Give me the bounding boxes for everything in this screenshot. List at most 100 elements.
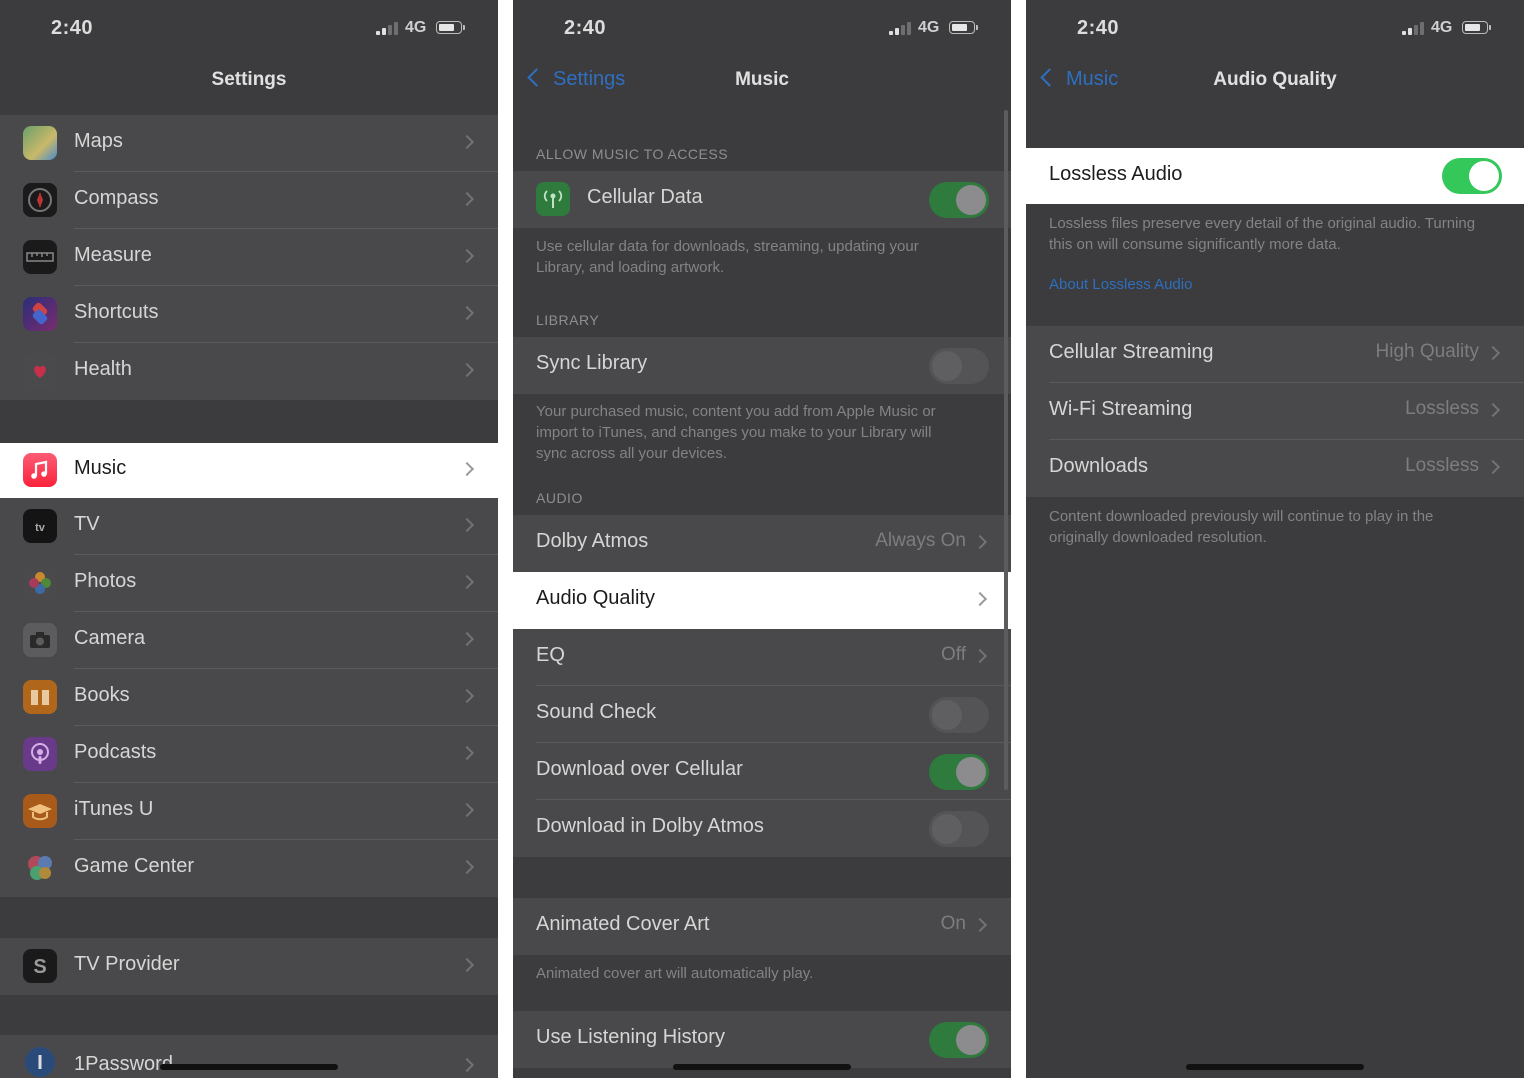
chevron-right-icon bbox=[459, 191, 475, 207]
battery-icon bbox=[1462, 21, 1491, 34]
dolby-atmos-row[interactable]: Dolby Atmos Always On bbox=[513, 515, 1011, 572]
health-icon bbox=[23, 354, 57, 388]
settings-item-tv-provider[interactable]: S TV Provider bbox=[0, 938, 498, 995]
lossless-footer: Lossless files preserve every detail of … bbox=[1049, 215, 1476, 253]
music-icon bbox=[23, 453, 57, 487]
eq-row[interactable]: EQ Off bbox=[513, 629, 1011, 686]
chevron-right-icon bbox=[972, 648, 988, 664]
settings-item-label: TV bbox=[74, 513, 100, 535]
tv-provider-icon: S bbox=[23, 949, 57, 983]
audio-quality-row[interactable]: Audio Quality bbox=[513, 572, 1011, 629]
about-lossless-link[interactable]: About Lossless Audio bbox=[1049, 276, 1192, 293]
tv-icon: tv bbox=[23, 509, 57, 543]
wifi-streaming-row[interactable]: Wi-Fi Streaming Lossless bbox=[1026, 383, 1524, 440]
settings-item-tv[interactable]: tv TV bbox=[0, 498, 498, 555]
signal-icon bbox=[1402, 22, 1424, 35]
settings-item-shortcuts[interactable]: Shortcuts bbox=[0, 286, 498, 343]
nav-bar: Music Audio Quality bbox=[1026, 56, 1524, 106]
eq-value: Off bbox=[941, 644, 966, 665]
home-indicator[interactable] bbox=[1186, 1064, 1364, 1070]
battery-icon bbox=[949, 21, 978, 34]
settings-item-measure[interactable]: Measure bbox=[0, 229, 498, 286]
section-header-audio: AUDIO bbox=[536, 490, 583, 506]
animated-cover-art-row[interactable]: Animated Cover Art On bbox=[513, 898, 1011, 955]
settings-item-music[interactable]: Music bbox=[0, 443, 498, 498]
sound-check-label: Sound Check bbox=[536, 701, 657, 723]
chevron-right-icon bbox=[459, 859, 475, 875]
chevron-right-icon bbox=[459, 517, 475, 533]
dolby-atmos-value: Always On bbox=[875, 530, 966, 551]
sync-library-toggle[interactable] bbox=[929, 348, 989, 384]
chevron-right-icon bbox=[459, 134, 475, 150]
lossless-audio-toggle[interactable] bbox=[1442, 158, 1502, 194]
chevron-right-icon bbox=[459, 305, 475, 321]
settings-group-provider: S TV Provider bbox=[0, 938, 498, 995]
listening-history-toggle[interactable] bbox=[929, 1022, 989, 1058]
page-title: Music bbox=[735, 69, 789, 90]
settings-item-label: Measure bbox=[74, 244, 152, 266]
section-header-access: ALLOW MUSIC TO ACCESS bbox=[536, 146, 729, 162]
download-cellular-row: Download over Cellular bbox=[513, 743, 1011, 800]
chevron-right-icon bbox=[459, 248, 475, 264]
cellular-streaming-row[interactable]: Cellular Streaming High Quality bbox=[1026, 326, 1524, 383]
settings-screen: 2:40 4G Settings Maps Compass Measure Sh… bbox=[0, 0, 498, 1078]
settings-item-photos[interactable]: Photos bbox=[0, 555, 498, 612]
settings-item-books[interactable]: Books bbox=[0, 669, 498, 726]
chevron-right-icon bbox=[459, 362, 475, 378]
lossless-audio-row: Lossless Audio bbox=[1026, 148, 1524, 204]
settings-item-label: Maps bbox=[74, 130, 123, 152]
settings-item-label: 1Password bbox=[74, 1053, 173, 1075]
settings-item-camera[interactable]: Camera bbox=[0, 612, 498, 669]
settings-item-label: iTunes U bbox=[74, 798, 154, 820]
signal-icon bbox=[376, 22, 398, 35]
group-library: Sync Library bbox=[513, 337, 1011, 394]
sync-library-row: Sync Library bbox=[513, 337, 1011, 394]
measure-icon bbox=[23, 240, 57, 274]
books-icon bbox=[23, 680, 57, 714]
download-dolby-row: Download in Dolby Atmos bbox=[513, 800, 1011, 857]
settings-item-health[interactable]: Health bbox=[0, 343, 498, 400]
library-footer: Your purchased music, content you add fr… bbox=[536, 403, 936, 462]
audio-quality-screen: 2:40 4G Music Audio Quality Lossless Aud… bbox=[1026, 0, 1524, 1078]
downloads-row[interactable]: Downloads Lossless bbox=[1026, 440, 1524, 497]
group-access: Cellular Data bbox=[513, 171, 1011, 228]
cellular-streaming-label: Cellular Streaming bbox=[1049, 341, 1214, 363]
home-indicator[interactable] bbox=[673, 1064, 851, 1070]
animated-art-footer: Animated cover art will automatically pl… bbox=[536, 965, 814, 982]
status-bar: 2:40 4G bbox=[513, 0, 1011, 56]
sound-check-toggle[interactable] bbox=[929, 697, 989, 733]
settings-item-label: Compass bbox=[74, 187, 159, 209]
scrollbar[interactable] bbox=[1004, 110, 1008, 790]
download-cellular-toggle[interactable] bbox=[929, 754, 989, 790]
settings-item-label: Books bbox=[74, 684, 130, 706]
battery-icon bbox=[436, 21, 465, 34]
nav-bar: Settings bbox=[0, 56, 498, 106]
settings-item-label: Music bbox=[74, 457, 127, 479]
chevron-right-icon bbox=[459, 957, 475, 973]
settings-item-label: TV Provider bbox=[74, 953, 180, 975]
download-dolby-toggle[interactable] bbox=[929, 811, 989, 847]
downloads-value: Lossless bbox=[1405, 455, 1479, 476]
settings-item-compass[interactable]: Compass bbox=[0, 172, 498, 229]
settings-item-1password[interactable]: 1Password bbox=[0, 1035, 498, 1078]
home-indicator[interactable] bbox=[160, 1064, 338, 1070]
antenna-icon bbox=[536, 182, 570, 216]
eq-label: EQ bbox=[536, 644, 565, 666]
dolby-atmos-label: Dolby Atmos bbox=[536, 530, 649, 552]
status-time: 2:40 bbox=[1077, 17, 1120, 39]
cellular-data-toggle[interactable] bbox=[929, 182, 989, 218]
chevron-right-icon bbox=[1485, 402, 1501, 418]
settings-item-podcasts[interactable]: Podcasts bbox=[0, 726, 498, 783]
listening-history-row: Use Listening History bbox=[513, 1011, 1011, 1068]
settings-item-maps[interactable]: Maps bbox=[0, 115, 498, 172]
music-settings-screen: 2:40 4G Settings Music ALLOW MUSIC TO AC… bbox=[513, 0, 1011, 1078]
animated-cover-art-value: On bbox=[940, 913, 966, 934]
group-artwork: Animated Cover Art On bbox=[513, 898, 1011, 955]
listening-history-label: Use Listening History bbox=[536, 1026, 725, 1048]
nav-bar: Settings Music bbox=[513, 56, 1011, 106]
settings-item-itunes-u[interactable]: iTunes U bbox=[0, 783, 498, 840]
chevron-right-icon bbox=[972, 917, 988, 933]
settings-item-game-center[interactable]: Game Center bbox=[0, 840, 498, 897]
status-bar: 2:40 4G bbox=[0, 0, 498, 56]
settings-group-thirdparty: 1Password bbox=[0, 1035, 498, 1078]
